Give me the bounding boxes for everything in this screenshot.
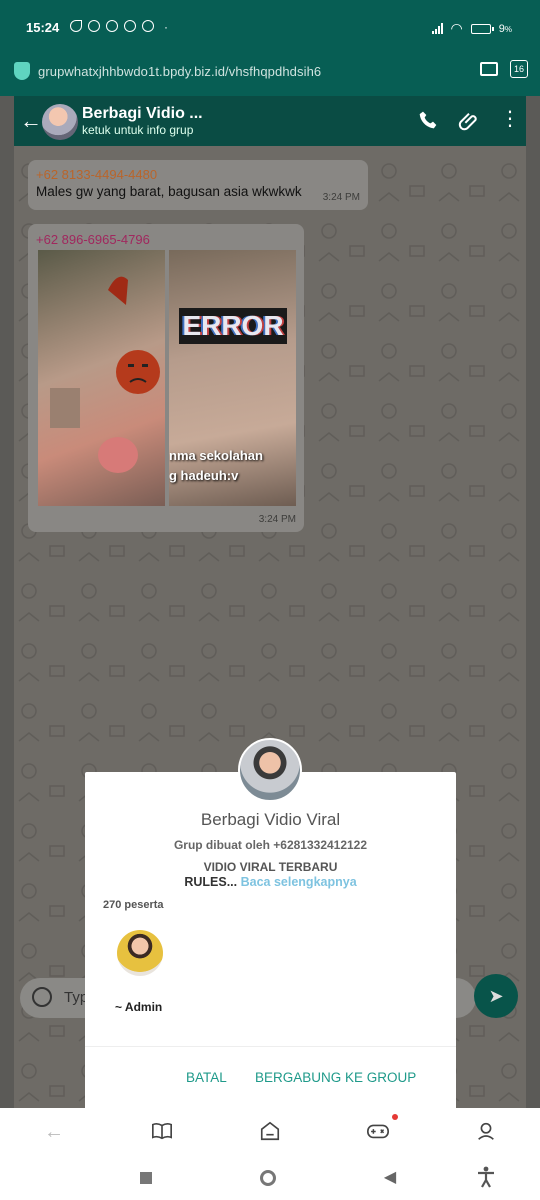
back-triangle-icon[interactable]: ◀ — [378, 1166, 402, 1190]
status-bar: 15:24 · ◠ 9% — [0, 0, 540, 56]
notification-dot — [392, 1114, 398, 1120]
group-name[interactable]: Berbagi Vidio ... — [82, 105, 203, 123]
message-text: Males gw yang barat, bagusan asia wkwkwk — [36, 184, 302, 199]
send-button[interactable]: ➤ — [474, 974, 518, 1018]
group-avatar[interactable] — [42, 104, 78, 140]
home-circle-icon[interactable] — [256, 1166, 280, 1190]
message-time: 3:24 PM — [322, 192, 360, 203]
join-group-button[interactable]: BERGABUNG KE GROUP — [255, 1070, 416, 1085]
profile-icon[interactable] — [474, 1120, 498, 1144]
dialog-rules: RULES... Baca selengkapnya — [85, 875, 456, 889]
signal-icon — [431, 23, 443, 34]
group-subtitle[interactable]: ketuk untuk info grup — [82, 123, 193, 137]
recents-icon[interactable] — [134, 1166, 158, 1190]
blocked-icon — [124, 20, 136, 32]
status-time: 15:24 — [26, 20, 60, 35]
dialog-created-by: Grup dibuat oleh +6281332412122 — [173, 838, 368, 852]
briefcase-icon[interactable] — [480, 62, 498, 76]
browser-url-bar: grupwhatxjhhbwdo1t.bpdy.biz.id/vhsfhqpdh… — [0, 56, 540, 96]
chat-header: ← Berbagi Vidio ... ketuk untuk info gru… — [14, 96, 526, 146]
dot-icon: · — [164, 20, 168, 34]
more-options-icon[interactable]: ⋮ — [500, 106, 520, 131]
blocked-icon — [142, 20, 154, 32]
whatsapp-icon — [106, 20, 118, 32]
read-more-link[interactable]: Baca selengkapnya — [241, 875, 357, 889]
cancel-button[interactable]: BATAL — [186, 1070, 227, 1085]
devil-emoji-sticker — [50, 276, 160, 473]
status-right: ◠ 9% — [431, 20, 512, 37]
dialog-description: VIDIO VIRAL TERBARU — [203, 860, 338, 874]
url-text[interactable]: grupwhatxjhhbwdo1t.bpdy.biz.id/vhsfhqpdh… — [38, 64, 321, 79]
dialog-divider — [85, 1046, 456, 1047]
browser-bottom-bar: ← — [0, 1108, 540, 1156]
image-caption-1: nma sekolahan — [169, 448, 263, 463]
message-image[interactable]: ERROR nma sekolahan g hadeuh:v — [38, 250, 296, 506]
message-bubble[interactable]: +62 8133-4494-4480 Males gw yang barat, … — [28, 160, 368, 210]
status-notification-icons: · — [70, 20, 168, 34]
back-arrow-icon[interactable]: ← — [42, 1120, 66, 1144]
message-sender[interactable]: +62 8133-4494-4480 — [36, 167, 157, 182]
system-nav-bar: ◀ — [0, 1156, 540, 1200]
battery-percent: 9% — [498, 22, 512, 35]
message-time: 3:24 PM — [258, 514, 296, 525]
dialog-group-title: Berbagi Vidio Viral — [200, 810, 341, 829]
emoji-icon[interactable] — [32, 987, 52, 1007]
home-icon[interactable] — [258, 1120, 282, 1144]
member-label: ~ Admin — [115, 1000, 163, 1014]
join-group-dialog: Berbagi Vidio Viral Grup dibuat oleh +62… — [85, 772, 456, 1110]
message-bubble[interactable]: +62 896-6965-4796 ERROR nma sekolahan g … — [28, 224, 304, 532]
member-avatar — [117, 930, 163, 976]
dialog-group-avatar — [238, 738, 302, 802]
moon-icon — [70, 20, 82, 32]
back-arrow-icon[interactable]: ← — [20, 108, 42, 134]
book-icon[interactable] — [150, 1120, 174, 1144]
rules-text: RULES... — [184, 875, 238, 889]
attach-icon[interactable] — [458, 110, 480, 137]
image-left-panel — [38, 250, 165, 506]
gamepad-icon[interactable] — [366, 1120, 390, 1144]
tab-count-button[interactable]: 16 — [510, 60, 528, 78]
bell-off-icon — [88, 20, 100, 32]
error-text-sticker: ERROR — [179, 308, 287, 344]
message-sender[interactable]: +62 896-6965-4796 — [36, 232, 150, 247]
wifi-icon: ◠ — [450, 20, 463, 36]
image-right-panel: ERROR nma sekolahan g hadeuh:v — [169, 250, 296, 506]
accessibility-icon[interactable] — [474, 1166, 498, 1190]
battery-icon — [470, 23, 494, 34]
secure-shield-icon[interactable] — [14, 62, 30, 80]
phone-icon[interactable] — [418, 110, 438, 135]
participants-count: 270 peserta — [103, 899, 164, 911]
image-caption-2: g hadeuh:v — [169, 468, 239, 483]
